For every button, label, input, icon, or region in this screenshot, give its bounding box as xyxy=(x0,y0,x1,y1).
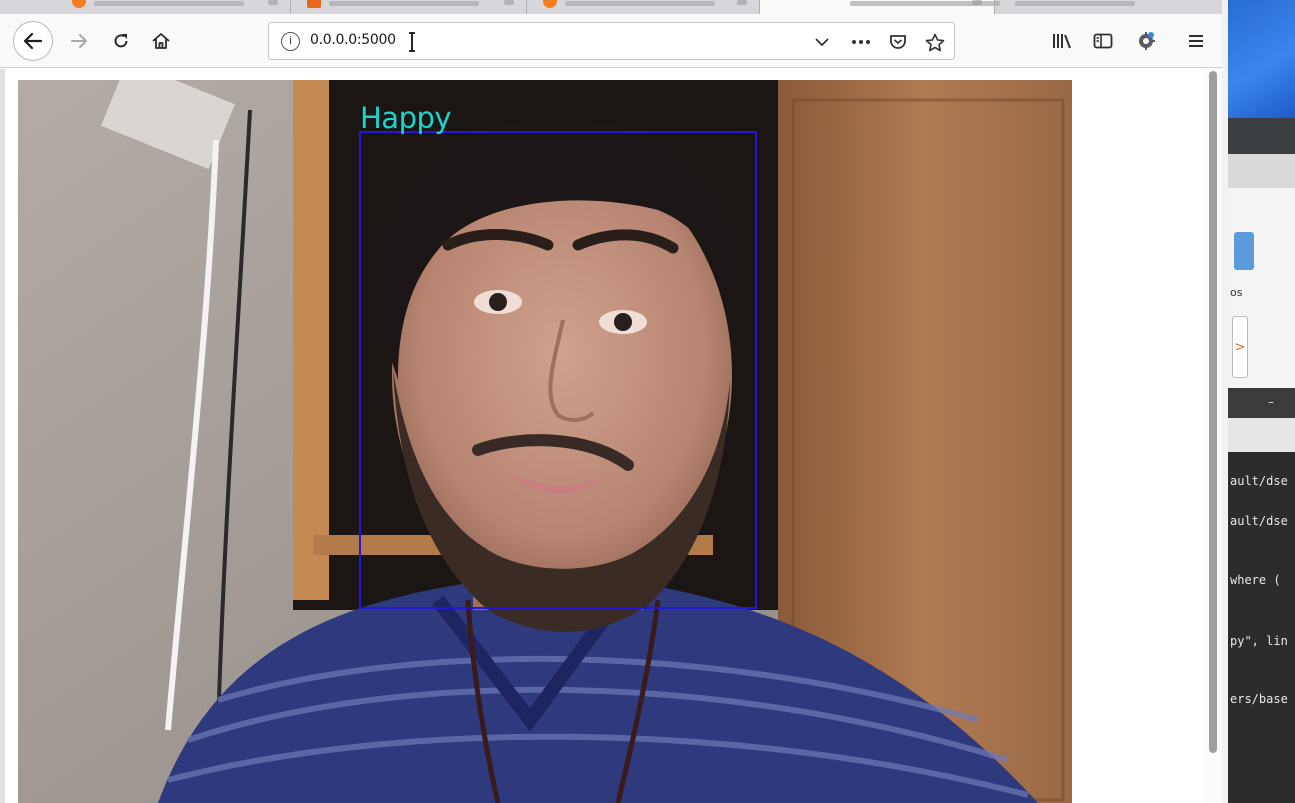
chevron-down-icon xyxy=(815,38,829,47)
vertical-scrollbar[interactable] xyxy=(1203,69,1222,803)
star-icon xyxy=(925,33,945,51)
close-icon[interactable] xyxy=(737,0,747,5)
terminal-line: ault/dse xyxy=(1230,474,1288,488)
bookmark-button[interactable] xyxy=(923,30,947,54)
info-icon[interactable]: i xyxy=(281,32,300,51)
background-desktop: os > – ault/dse ault/dse where ( py", li… xyxy=(1222,0,1295,803)
reload-button[interactable] xyxy=(106,26,136,56)
terminal-line: where ( xyxy=(1230,573,1281,587)
hamburger-menu-icon xyxy=(1189,35,1203,47)
browser-tab[interactable] xyxy=(995,0,1222,14)
menu-button[interactable] xyxy=(1181,26,1211,56)
face-detection-box xyxy=(359,131,757,609)
close-icon[interactable] xyxy=(504,0,514,5)
sidebar-icon xyxy=(1093,33,1113,49)
extension-button[interactable] xyxy=(1131,26,1161,56)
extension-icon xyxy=(1139,32,1155,50)
terminal-titlebar: – xyxy=(1228,388,1295,418)
back-button[interactable] xyxy=(13,21,53,61)
background-window-toolbar xyxy=(1228,154,1295,188)
tab-title xyxy=(1015,1,1135,6)
pocket-icon xyxy=(890,35,906,49)
home-button[interactable] xyxy=(146,26,176,56)
terminal-line: ault/dse xyxy=(1230,514,1288,528)
ellipsis-icon xyxy=(852,40,870,44)
background-window-titlebar xyxy=(1228,118,1295,154)
terminal-line: py", lin xyxy=(1230,634,1288,648)
forward-arrow-icon xyxy=(71,34,87,48)
folder-icon xyxy=(1234,232,1254,270)
chevron-right-icon[interactable]: > xyxy=(1232,316,1248,378)
terminal-tab[interactable] xyxy=(1228,418,1295,452)
browser-tab[interactable] xyxy=(291,0,527,14)
navigation-toolbar: i 0.0.0.0:5000 xyxy=(0,14,1222,68)
reload-icon xyxy=(114,34,128,48)
terminal-title: – xyxy=(1268,395,1274,409)
webcam-video-feed: Happy xyxy=(18,80,1072,803)
back-arrow-icon xyxy=(23,32,43,50)
background-window-panel: os > xyxy=(1228,188,1295,388)
page-actions-button[interactable] xyxy=(849,30,873,54)
text-cursor-icon xyxy=(409,32,415,52)
document-icon xyxy=(307,0,321,8)
url-text[interactable]: 0.0.0.0:5000 xyxy=(310,32,396,48)
tab-title xyxy=(565,1,715,6)
terminal-line: ers/base xyxy=(1230,692,1288,706)
browser-window: i 0.0.0.0:5000 Happy xyxy=(0,0,1222,803)
emotion-label: Happy xyxy=(360,101,452,135)
browser-tab[interactable] xyxy=(0,0,291,14)
home-icon xyxy=(152,33,170,49)
library-button[interactable] xyxy=(1047,26,1077,56)
url-dropdown-button[interactable] xyxy=(810,30,834,54)
forward-button[interactable] xyxy=(64,26,94,56)
firefox-icon xyxy=(72,0,86,8)
firefox-icon xyxy=(543,0,557,8)
tab-strip xyxy=(0,0,1222,14)
browser-tab[interactable] xyxy=(527,0,760,14)
desktop-wallpaper xyxy=(1228,0,1295,118)
sidebar-button[interactable] xyxy=(1088,26,1118,56)
panel-label: os xyxy=(1230,286,1243,299)
tab-title xyxy=(94,1,244,6)
tab-title xyxy=(329,1,479,6)
close-icon[interactable] xyxy=(972,0,982,5)
browser-tab-active[interactable] xyxy=(760,0,1000,14)
pocket-button[interactable] xyxy=(886,30,910,54)
terminal-output: ault/dse ault/dse where ( py", lin ers/b… xyxy=(1228,452,1295,803)
library-icon xyxy=(1053,34,1071,49)
address-bar[interactable]: i 0.0.0.0:5000 xyxy=(268,22,955,60)
scrollbar-thumb[interactable] xyxy=(1209,71,1217,753)
close-icon[interactable] xyxy=(268,0,278,5)
